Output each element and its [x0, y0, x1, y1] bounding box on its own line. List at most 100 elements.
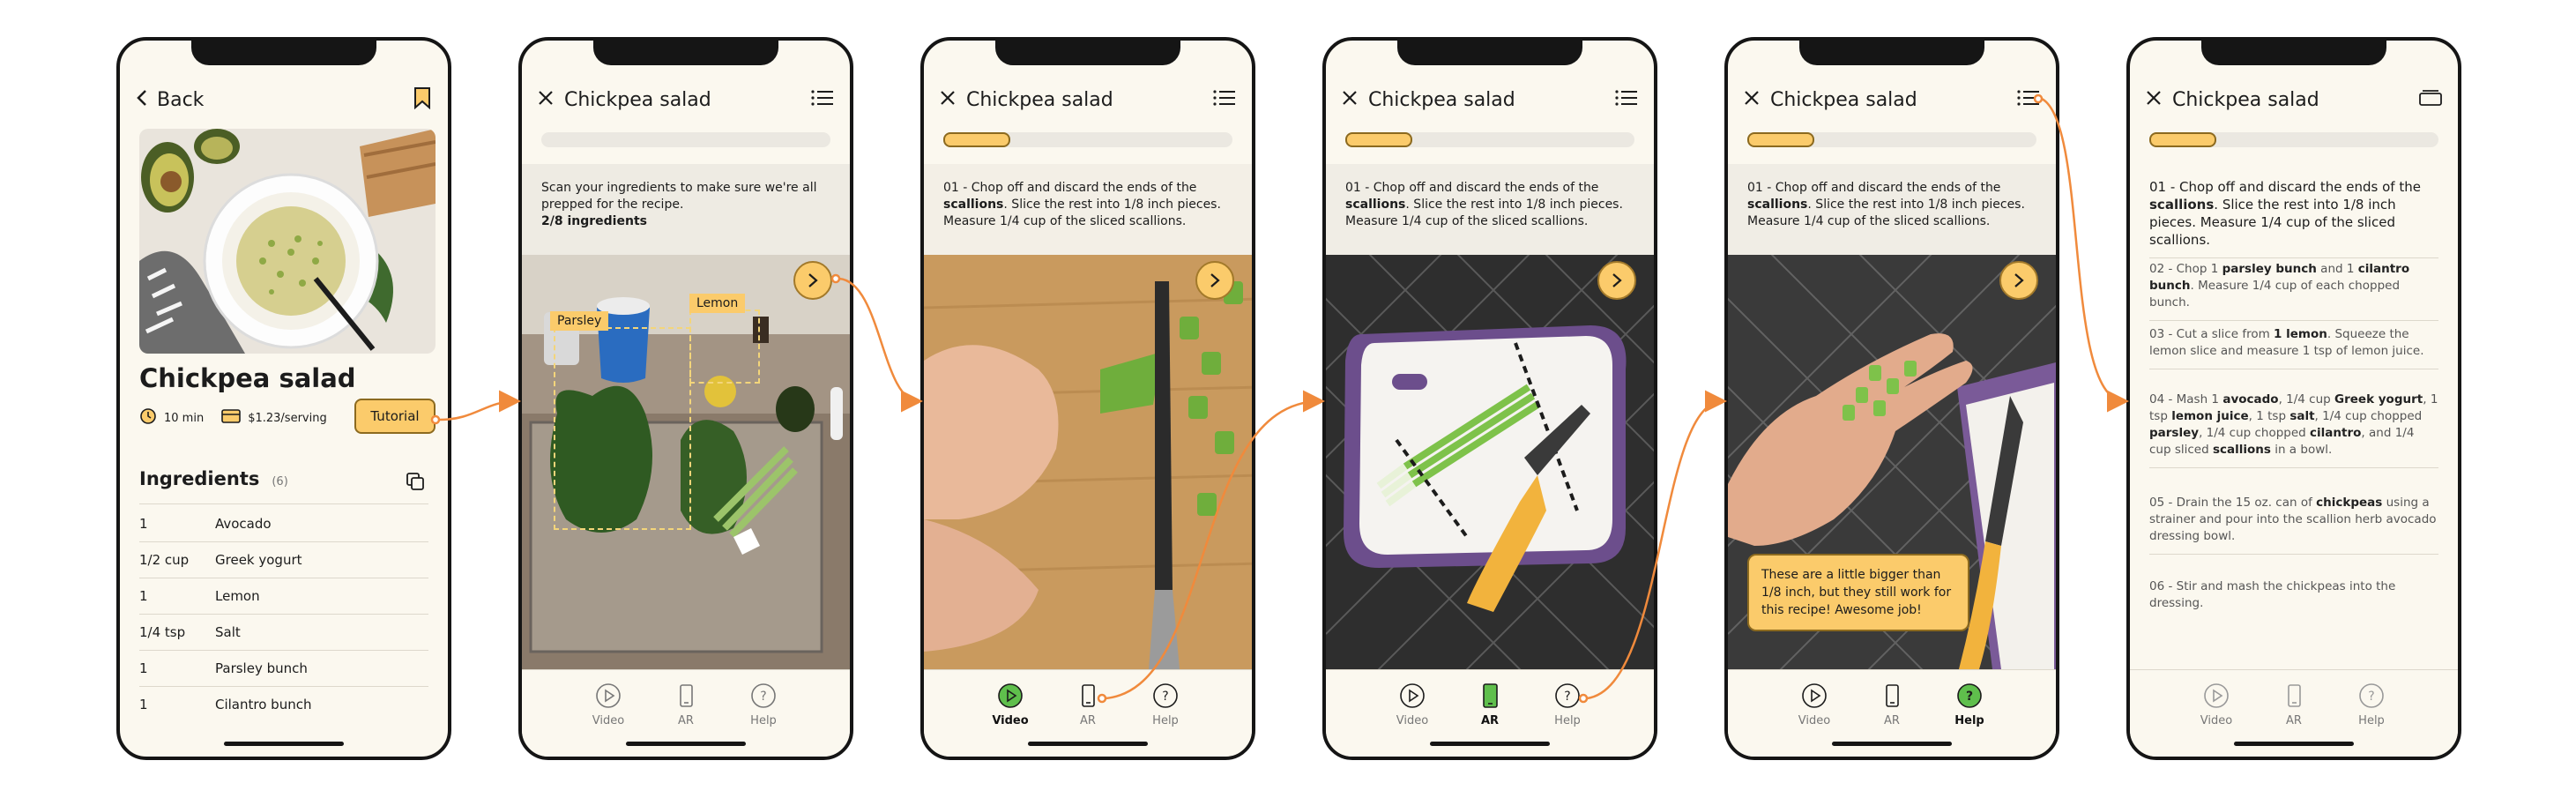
tutorial-button[interactable]: Tutorial	[354, 399, 436, 434]
help-icon: ?	[2359, 683, 2384, 708]
top-bar: Chickpea salad	[1342, 86, 1638, 113]
copy-list-icon[interactable]	[406, 472, 425, 495]
step-item-02[interactable]: 02 - Chop 1 parsley bunch and 1 cilantro…	[2149, 261, 2438, 321]
next-step-button[interactable]	[1999, 261, 2038, 300]
step-text: 02 - Chop 1	[2149, 262, 2222, 276]
step-keyword: parsley	[2149, 426, 2200, 440]
step-item-06[interactable]: 06 - Stir and mash the chickpeas into th…	[2149, 578, 2438, 621]
step-text: 05 - Drain the 15 oz. can of	[2149, 496, 2317, 510]
close-icon[interactable]	[2146, 90, 2162, 109]
step-keyword: parsley bunch	[2222, 262, 2317, 276]
ingredient-qty: 1/4 tsp	[139, 624, 186, 640]
tab-help[interactable]: ? Help	[742, 682, 785, 757]
tab-video[interactable]: Video	[1793, 682, 1835, 757]
tab-help[interactable]: ? Help	[1546, 682, 1589, 757]
list-icon[interactable]	[1615, 89, 1638, 110]
top-bar: Chickpea salad	[2146, 86, 2442, 113]
home-indicator	[224, 742, 344, 746]
step-keyword: avocado	[2222, 392, 2279, 406]
step-item-04[interactable]: 04 - Mash 1 avocado, 1/4 cup Greek yogur…	[2149, 392, 2438, 468]
ingredients-list	[139, 503, 428, 505]
play-icon	[596, 683, 621, 708]
tab-video[interactable]: Video	[587, 682, 629, 757]
notch	[995, 41, 1180, 65]
step-item-01[interactable]: 01 - Chop off and discard the ends of th…	[2149, 178, 2438, 258]
phone-icon	[1483, 683, 1498, 708]
phone-ar-step: Chickpea salad 01 - Chop off and discard…	[1322, 37, 1657, 760]
ingredient-row: 1/4 tsp Salt	[139, 615, 428, 651]
step-keyword: chickpeas	[2316, 496, 2383, 510]
step-keyword: scallions	[2149, 197, 2215, 213]
bookmark-icon[interactable]	[413, 86, 432, 113]
step-item-05[interactable]: 05 - Drain the 15 oz. can of chickpeas u…	[2149, 495, 2438, 555]
progress-fill	[943, 132, 1011, 147]
chevron-right-icon	[1210, 273, 1220, 287]
step-keyword: cilantro	[2310, 426, 2362, 440]
ingredient-qty: 1	[139, 660, 148, 676]
bbox-parsley	[554, 327, 691, 530]
next-step-button[interactable]	[793, 261, 832, 300]
tab-ar[interactable]: AR	[1067, 682, 1109, 757]
step-text: 01 - Chop off and discard the ends of th…	[1747, 181, 2001, 195]
close-icon[interactable]	[538, 90, 554, 109]
ingredient-name: Lemon	[215, 588, 260, 604]
tab-help[interactable]: ? Help	[1144, 682, 1187, 757]
tab-ar-label: AR	[1080, 714, 1096, 727]
step-item-03[interactable]: 03 - Cut a slice from 1 lemon. Squeeze t…	[2149, 326, 2438, 369]
tab-video-label: Video	[2200, 714, 2233, 727]
tab-video-label: Video	[1396, 714, 1429, 727]
next-step-button[interactable]	[1597, 261, 1636, 300]
play-icon	[1400, 683, 1425, 708]
close-icon[interactable]	[940, 90, 956, 109]
phone-step-list: Chickpea salad 01 - Chop off and discard…	[2126, 37, 2461, 760]
step-text: in a bowl.	[2270, 443, 2333, 457]
screen-title: Chickpea salad	[966, 88, 1113, 111]
tab-ar[interactable]: AR	[1469, 682, 1511, 757]
step-keyword: scallions	[2212, 443, 2271, 457]
home-indicator	[1430, 742, 1550, 746]
ingredient-qty: 1	[139, 697, 148, 712]
play-icon	[2204, 683, 2229, 708]
close-icon[interactable]	[1342, 90, 1358, 109]
step-text: 03 - Cut a slice from	[2149, 327, 2274, 341]
tab-video[interactable]: Video	[989, 682, 1031, 757]
tab-ar[interactable]: AR	[2273, 682, 2315, 757]
help-icon: ?	[1153, 683, 1178, 708]
list-icon[interactable]	[2017, 89, 2040, 110]
back-chevron-icon[interactable]	[136, 88, 148, 111]
top-bar: Back	[136, 86, 432, 113]
notch	[1799, 41, 1984, 65]
card-view-icon[interactable]	[2419, 89, 2442, 110]
mode-tab-bar: Video AR ? Help	[2130, 669, 2458, 757]
tab-video[interactable]: Video	[2195, 682, 2237, 757]
ingredients-count: (6)	[272, 475, 288, 488]
recipe-meta: 10 min $1.23/serving	[139, 407, 327, 429]
phone-scan-ingredients: Chickpea salad Scan your ingredients to …	[518, 37, 853, 760]
camera-view: These are a little bigger than 1/8 inch,…	[1728, 255, 2056, 669]
screen-title: Chickpea salad	[2172, 88, 2319, 111]
tab-video[interactable]: Video	[1391, 682, 1433, 757]
mode-tab-bar: Video AR ? Help	[924, 669, 1252, 757]
list-icon[interactable]	[811, 89, 834, 110]
progress-bar	[1747, 132, 2036, 147]
ingredient-name: Greek yogurt	[215, 552, 302, 568]
close-icon[interactable]	[1744, 90, 1760, 109]
tab-help[interactable]: ? Help	[1948, 682, 1991, 757]
tab-ar[interactable]: AR	[1871, 682, 1913, 757]
progress-bar	[541, 132, 830, 147]
progress-bar	[1345, 132, 1634, 147]
list-icon[interactable]	[1213, 89, 1236, 110]
progress-fill	[1747, 132, 1815, 147]
tab-help[interactable]: ? Help	[2350, 682, 2393, 757]
ingredients-heading: Ingredients (6)	[139, 468, 288, 489]
next-step-button[interactable]	[1195, 261, 1234, 300]
tab-ar-label: AR	[1884, 714, 1900, 727]
tab-ar[interactable]: AR	[665, 682, 707, 757]
step-keyword: lemon juice	[2171, 409, 2249, 423]
back-button[interactable]: Back	[157, 89, 204, 111]
mode-tab-bar: Video AR ? Help	[1728, 669, 2056, 757]
phone-video-step: Chickpea salad 01 - Chop off and discard…	[920, 37, 1255, 760]
tab-video-label: Video	[1798, 714, 1831, 727]
phone-icon	[680, 684, 693, 707]
tab-ar-label: AR	[1480, 714, 1500, 727]
